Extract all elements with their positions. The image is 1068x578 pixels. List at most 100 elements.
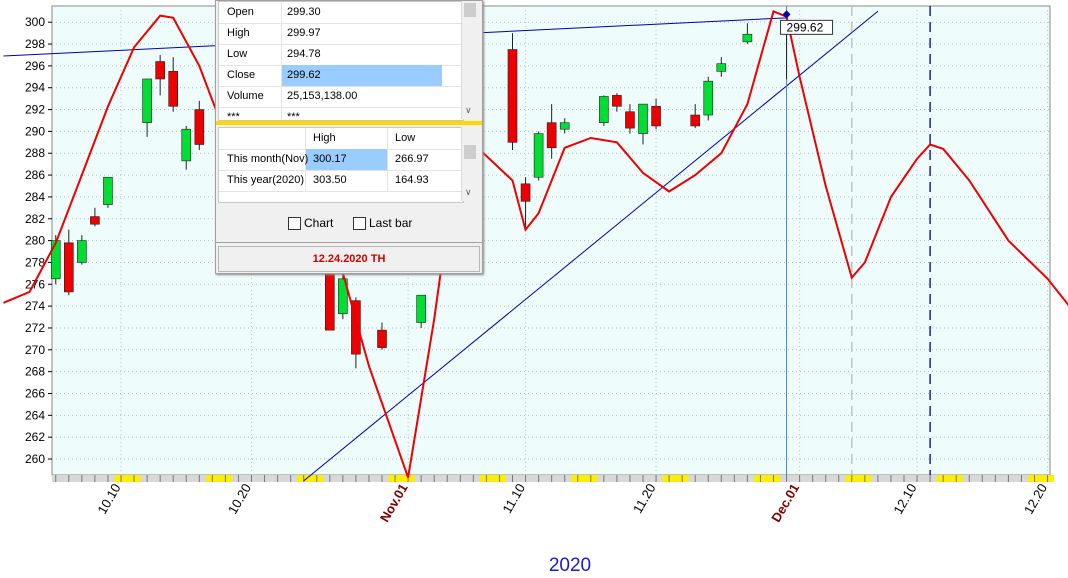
last-bar-checkbox-label: Last bar xyxy=(369,216,413,230)
x-tick-label: Nov.01 xyxy=(377,481,411,525)
quote-row-low: Low 294.78 xyxy=(219,44,463,66)
range-row-month: This month(Nov) 300.17 266.97 xyxy=(219,149,463,171)
y-axis: 2602622642662682702722742762782802822842… xyxy=(25,15,52,466)
range-high: 303.50 xyxy=(313,174,347,186)
range-header-low: Low xyxy=(395,132,416,144)
quote-label: Close xyxy=(227,69,256,81)
quote-value: 25,153,138.00 xyxy=(287,90,358,102)
quote-value: 299.97 xyxy=(287,27,321,39)
quote-value: *** xyxy=(287,111,300,121)
quote-info-window[interactable]: Open 299.30 High 299.97 Low 294.78 Close… xyxy=(215,0,483,274)
y-tick-label: 288 xyxy=(25,146,45,160)
candle-body xyxy=(599,96,609,123)
y-tick-label: 286 xyxy=(25,168,45,182)
x-tick-label: 10.20 xyxy=(225,481,254,517)
quote-table: Open 299.30 High 299.97 Low 294.78 Close… xyxy=(218,1,464,121)
candle-body xyxy=(377,329,387,348)
chart-checkbox[interactable]: Chart xyxy=(288,216,333,230)
range-label: This month(Nov) xyxy=(227,153,309,165)
x-axis-bar xyxy=(52,475,1050,482)
quote-label: Open xyxy=(227,6,254,18)
candle-body xyxy=(651,105,661,127)
quote-row-close: Close 299.62 xyxy=(219,65,463,87)
year-label: 2020 xyxy=(548,555,592,576)
candle-body xyxy=(559,122,570,130)
x-tick-label: 10.10 xyxy=(94,481,123,517)
quote-row-volume: Volume 25,153,138.00 xyxy=(219,86,463,108)
candle-body xyxy=(520,183,531,202)
quote-label: *** xyxy=(227,111,240,121)
quote-label: Low xyxy=(227,48,248,60)
candle-body xyxy=(546,122,557,149)
range-scrollbar[interactable]: ∨ xyxy=(461,127,480,201)
y-tick-label: 290 xyxy=(25,124,45,138)
quote-label: High xyxy=(227,27,250,39)
quote-scrollbar[interactable]: ∨ xyxy=(461,1,480,119)
range-header-row: High Low xyxy=(219,128,463,150)
y-tick-label: 296 xyxy=(25,59,45,73)
y-tick-label: 272 xyxy=(25,321,45,335)
y-tick-label: 292 xyxy=(25,103,45,117)
y-tick-label: 264 xyxy=(25,408,45,422)
range-row-year: This year(2020) 303.50 164.93 xyxy=(219,170,463,192)
y-tick-label: 262 xyxy=(25,430,45,444)
quote-row-open: Open 299.30 xyxy=(219,2,463,24)
last-bar-checkbox[interactable]: Last bar xyxy=(353,216,412,230)
quote-label: Volume xyxy=(227,90,264,102)
y-tick-label: 270 xyxy=(25,343,45,357)
stock-chart[interactable]: 2602622642662682702722742762782802822842… xyxy=(0,0,1068,578)
y-tick-label: 266 xyxy=(25,386,45,400)
scroll-thumb[interactable] xyxy=(464,145,476,159)
candle-body xyxy=(64,242,74,293)
x-tick-label: 12.10 xyxy=(890,481,919,517)
quote-row-high: High 299.97 xyxy=(219,23,463,45)
x-tick-label: Dec.01 xyxy=(768,481,802,525)
range-low: 164.93 xyxy=(395,174,429,186)
scroll-down-icon[interactable]: ∨ xyxy=(465,105,472,116)
y-tick-label: 294 xyxy=(25,81,45,95)
scroll-thumb[interactable] xyxy=(464,3,476,17)
candle-body xyxy=(50,240,61,280)
candle-body xyxy=(638,103,648,134)
candle-body xyxy=(90,216,100,225)
x-axis: 10.10 10.20 Nov.01 11.10 11.20 Dec.01 12.10 12.… xyxy=(52,475,1055,525)
chart-checkbox-label: Chart xyxy=(304,216,334,230)
y-tick-label: 276 xyxy=(25,277,45,291)
checkbox-icon[interactable] xyxy=(353,216,366,230)
candle-body xyxy=(716,63,727,72)
separator xyxy=(216,242,482,243)
y-tick-label: 282 xyxy=(25,212,45,226)
quote-row-extra: *** *** xyxy=(219,107,463,121)
y-tick-label: 280 xyxy=(25,234,45,248)
range-table: High Low This month(Nov) 300.17 266.97 T… xyxy=(218,127,464,203)
panel-splitter[interactable] xyxy=(216,121,482,125)
range-header-high: High xyxy=(313,132,336,144)
candle-body xyxy=(625,111,635,129)
candle-body xyxy=(168,71,178,107)
range-high: 300.17 xyxy=(313,153,347,165)
range-low: 266.97 xyxy=(395,153,429,165)
candle-body xyxy=(690,114,701,127)
candle-body xyxy=(142,78,152,123)
date-label: 12.24.2020 TH xyxy=(218,246,480,272)
quote-value: 294.78 xyxy=(287,48,321,60)
candle-body xyxy=(507,49,518,143)
candle-body xyxy=(533,133,544,178)
y-tick-label: 274 xyxy=(25,299,45,313)
y-tick-label: 268 xyxy=(25,365,45,379)
candle-body xyxy=(155,61,165,80)
y-tick-label: 284 xyxy=(25,190,45,204)
checkbox-icon[interactable] xyxy=(288,216,301,230)
y-tick-label: 300 xyxy=(25,15,45,29)
candle-body xyxy=(181,128,192,162)
candle-body xyxy=(194,109,205,145)
x-tick-label: 12.20 xyxy=(1021,481,1050,517)
candle-body xyxy=(416,294,426,323)
candle-body xyxy=(703,80,714,116)
candle-body xyxy=(77,240,87,263)
scroll-down-icon[interactable]: ∨ xyxy=(465,187,472,198)
candle-body xyxy=(742,33,753,43)
last-price-label: 299.62 xyxy=(787,20,824,34)
y-tick-label: 260 xyxy=(25,452,45,466)
x-tick-label: 11.10 xyxy=(499,481,528,516)
